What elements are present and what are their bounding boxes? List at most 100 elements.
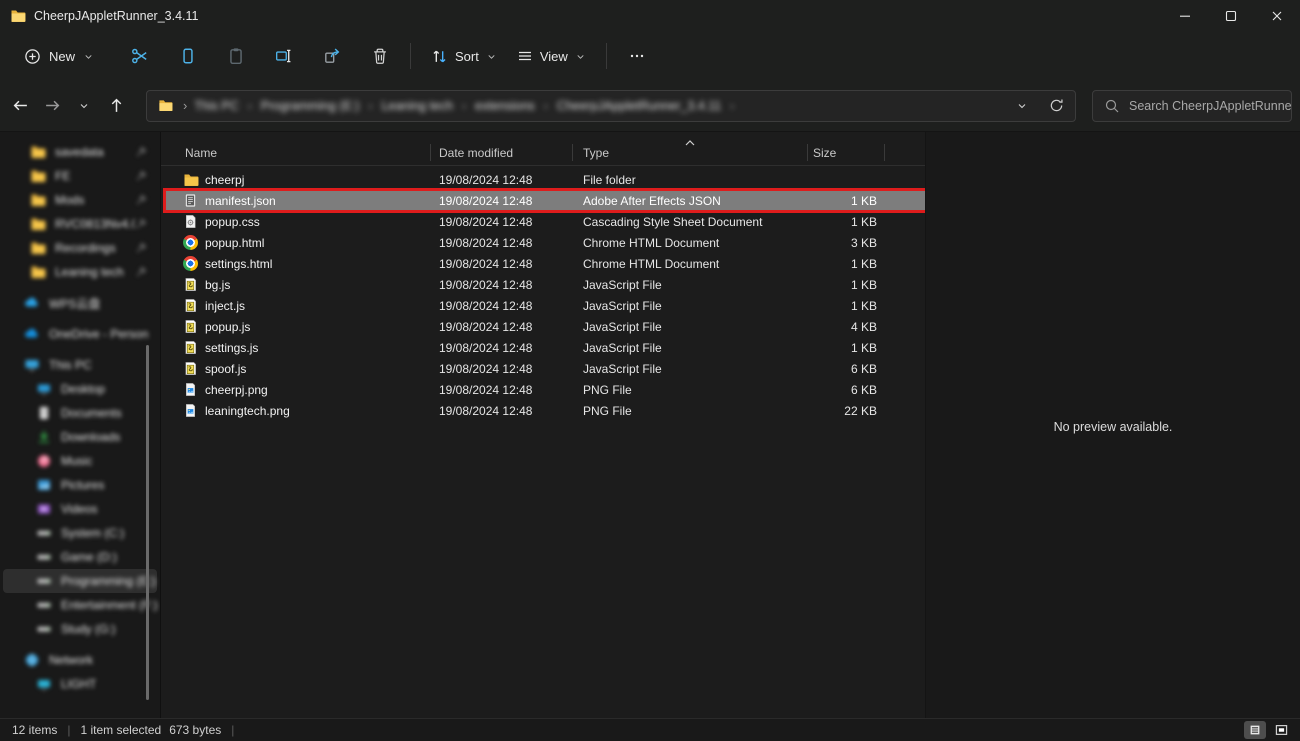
sidebar-item[interactable]: Game (D:) — [3, 545, 157, 569]
close-button[interactable] — [1254, 0, 1300, 32]
file-size: 6 KB — [808, 383, 885, 397]
sidebar-item-label: Game (D:) — [61, 550, 117, 564]
file-type: JavaScript File — [573, 362, 808, 376]
sidebar-item[interactable]: Mods — [3, 188, 157, 212]
column-header-size[interactable]: Size — [808, 140, 885, 165]
table-row[interactable]: leaningtech.png 19/08/2024 12:48 PNG Fil… — [166, 400, 925, 421]
back-button[interactable] — [5, 91, 35, 121]
search-input[interactable] — [1093, 91, 1291, 121]
refresh-icon[interactable] — [1043, 93, 1069, 119]
minimize-button[interactable] — [1162, 0, 1208, 32]
folder-icon — [10, 8, 26, 24]
copy-button[interactable] — [168, 38, 208, 74]
folder-icon — [183, 172, 199, 188]
table-row[interactable]: popup.html 19/08/2024 12:48 Chrome HTML … — [166, 232, 925, 253]
file-size: 1 KB — [808, 341, 885, 355]
table-row[interactable]: cheerpj.png 19/08/2024 12:48 PNG File 6 … — [166, 379, 925, 400]
sidebar-item[interactable]: System (C:) — [3, 521, 157, 545]
more-options-button[interactable] — [617, 38, 657, 74]
cut-button[interactable] — [120, 38, 160, 74]
sidebar-item[interactable]: Downloads — [3, 425, 157, 449]
sidebar-item[interactable]: This PC — [3, 353, 157, 377]
details-view-toggle[interactable] — [1244, 721, 1266, 739]
sidebar-item[interactable]: Leaning tech — [3, 260, 157, 284]
file-date-modified: 19/08/2024 12:48 — [431, 194, 573, 208]
large-icons-view-toggle[interactable] — [1270, 721, 1292, 739]
sidebar-item[interactable]: savedata — [3, 140, 157, 164]
content-area: savedata FE — [0, 132, 1300, 718]
pin-icon — [135, 242, 147, 254]
sidebar-scrollbar[interactable] — [146, 345, 149, 700]
table-row[interactable]: spoof.js 19/08/2024 12:48 JavaScript Fil… — [166, 358, 925, 379]
address-bar[interactable]: › This PC Programming (E:) Leaning tech — [146, 90, 1076, 122]
js-icon — [183, 277, 199, 293]
table-row[interactable]: settings.js 19/08/2024 12:48 JavaScript … — [166, 337, 925, 358]
sidebar-item[interactable]: LIGHT — [3, 672, 157, 696]
sort-button[interactable]: Sort — [421, 41, 507, 72]
column-header-date-modified[interactable]: Date modified — [431, 140, 573, 165]
table-row[interactable]: popup.css 19/08/2024 12:48 Cascading Sty… — [166, 211, 925, 232]
forward-button[interactable] — [37, 91, 67, 121]
up-button[interactable] — [101, 91, 131, 121]
folder-icon — [30, 216, 46, 232]
sidebar-item[interactable]: Recordings — [3, 236, 157, 260]
sidebar-item[interactable]: Music — [3, 449, 157, 473]
breadcrumb-item[interactable]: This PC — [194, 99, 238, 113]
recent-locations-chevron[interactable] — [69, 91, 99, 121]
sidebar-item[interactable]: Study (G:) — [3, 617, 157, 641]
breadcrumb-separator — [544, 99, 548, 113]
sidebar-item[interactable]: Entertainment (F:) — [3, 593, 157, 617]
rename-button[interactable] — [264, 38, 304, 74]
table-row[interactable]: settings.html 19/08/2024 12:48 Chrome HT… — [166, 253, 925, 274]
documents-icon — [36, 405, 52, 421]
sidebar-item[interactable]: FE — [3, 164, 157, 188]
sidebar-item[interactable]: WPS云盘 — [3, 291, 157, 315]
file-type: PNG File — [573, 383, 808, 397]
window-title: CheerpJAppletRunner_3.4.11 — [34, 9, 198, 23]
selection-size: 673 bytes — [169, 723, 221, 737]
file-size: 1 KB — [808, 299, 885, 313]
view-button[interactable]: View — [507, 41, 596, 71]
sidebar-item-label: Recordings — [55, 241, 116, 255]
sidebar-item[interactable]: RVC0813Nv4.0 — [3, 212, 157, 236]
file-name: cheerpj — [205, 173, 244, 187]
delete-button[interactable] — [360, 38, 400, 74]
file-date-modified: 19/08/2024 12:48 — [431, 362, 573, 376]
js-icon — [183, 361, 199, 377]
folder-icon — [30, 192, 46, 208]
paste-button[interactable] — [216, 38, 256, 74]
file-date-modified: 19/08/2024 12:48 — [431, 173, 573, 187]
sidebar-item[interactable]: Videos — [3, 497, 157, 521]
file-size: 22 KB — [808, 404, 885, 418]
table-row[interactable]: inject.js 19/08/2024 12:48 JavaScript Fi… — [166, 295, 925, 316]
sidebar-item-label: Documents — [61, 406, 122, 420]
file-type: Adobe After Effects JSON — [573, 194, 808, 208]
column-header-filler — [885, 140, 925, 165]
table-row[interactable]: manifest.json 19/08/2024 12:48 Adobe Aft… — [166, 190, 925, 211]
sidebar-item[interactable]: Network — [3, 648, 157, 672]
table-row[interactable]: bg.js 19/08/2024 12:48 JavaScript File 1… — [166, 274, 925, 295]
sidebar-item[interactable]: Programming (E:) — [3, 569, 157, 593]
maximize-button[interactable] — [1208, 0, 1254, 32]
sidebar-item[interactable]: Desktop — [3, 377, 157, 401]
breadcrumb-item[interactable]: extensions — [475, 99, 535, 113]
breadcrumb-item[interactable]: CheerpJAppletRunner_3.4.11 — [557, 99, 721, 113]
sidebar-item[interactable]: OneDrive - Person — [3, 322, 157, 346]
sidebar-item[interactable]: Documents — [3, 401, 157, 425]
table-row[interactable]: cheerpj 19/08/2024 12:48 File folder — [166, 169, 925, 190]
sidebar-item-label: Music — [61, 454, 92, 468]
address-dropdown-chevron[interactable] — [1009, 93, 1035, 119]
js-icon — [183, 340, 199, 356]
png-icon — [183, 382, 199, 398]
new-button[interactable]: New — [14, 42, 104, 71]
sidebar-item-label: WPS云盘 — [49, 295, 100, 312]
sidebar-item-label: Downloads — [61, 430, 120, 444]
breadcrumb-item[interactable]: Programming (E:) — [261, 99, 360, 113]
breadcrumb-item[interactable]: Leaning tech — [381, 99, 453, 113]
column-header-name[interactable]: Name — [161, 140, 431, 165]
drive-icon — [36, 549, 52, 565]
file-date-modified: 19/08/2024 12:48 — [431, 320, 573, 334]
share-button[interactable] — [312, 38, 352, 74]
sidebar-item[interactable]: Pictures — [3, 473, 157, 497]
table-row[interactable]: popup.js 19/08/2024 12:48 JavaScript Fil… — [166, 316, 925, 337]
